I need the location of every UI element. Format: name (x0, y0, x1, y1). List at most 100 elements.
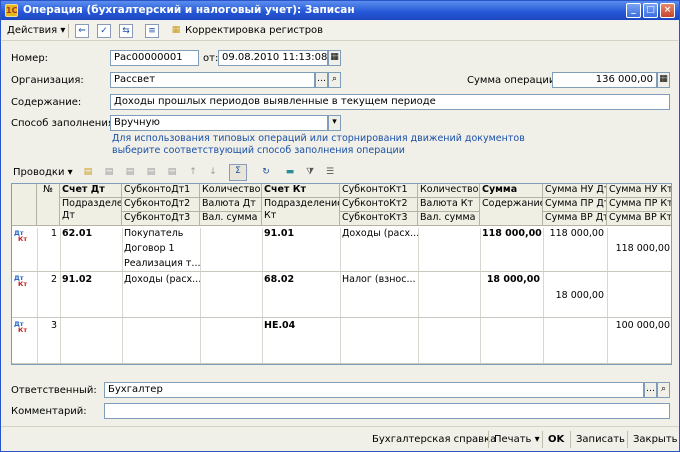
header-qty-kt[interactable]: Количество Кт (418, 184, 480, 198)
end-edit-icon[interactable]: ▤ (165, 166, 179, 180)
cell-account-kt[interactable]: 68.02 (262, 272, 340, 287)
toolbar-separator (68, 24, 69, 38)
settings-list-icon[interactable]: ☰ (323, 166, 337, 180)
header-qty-dt[interactable]: Количество Дт (200, 184, 262, 198)
cell-subconto-kt1[interactable]: Налог (взнос... (340, 272, 418, 287)
print-button[interactable]: Печать ▾ (494, 433, 540, 447)
button-separator (488, 431, 489, 448)
header-subconto-kt1[interactable]: СубконтоКт1 (340, 184, 418, 198)
number-field[interactable]: Рас00000001 (110, 50, 199, 66)
comment-field[interactable] (104, 403, 670, 419)
header-currency-kt[interactable]: Валюта Кт (418, 198, 480, 212)
window: 1С Операция (бухгалтерский и налоговый у… (0, 0, 680, 452)
header-number[interactable]: № (37, 184, 60, 226)
close-window-button[interactable]: × (660, 3, 675, 18)
cell-sum[interactable]: 18 000,00 (480, 272, 543, 287)
edit-row-icon[interactable]: ▤ (123, 166, 137, 180)
button-separator (542, 431, 543, 448)
header-currency-dt[interactable]: Валюта Дт (200, 198, 262, 212)
copy-row-icon[interactable]: ▤ (102, 166, 116, 180)
header-cur-sum-kt[interactable]: Вал. сумма Кт (418, 212, 480, 226)
responsible-field[interactable]: Бухгалтер (104, 382, 644, 398)
select-ellipsis-icon[interactable]: … (315, 72, 328, 88)
calendar-icon[interactable]: ▦ (328, 50, 341, 66)
header-account-dt[interactable]: Счет Дт (60, 184, 122, 198)
move-down-icon[interactable]: ↓ (206, 166, 220, 180)
header-vr-kt[interactable]: Сумма ВР Кт (607, 212, 671, 226)
move-up-icon[interactable]: ↑ (186, 166, 200, 180)
number-label: Номер: (11, 53, 49, 64)
header-account-kt[interactable]: Счет Кт (262, 184, 340, 198)
post-document-icon[interactable]: ✓ (97, 24, 111, 38)
search-icon[interactable]: ⌕ (657, 382, 670, 398)
header-division-kt[interactable]: Подразделение Кт (262, 198, 340, 226)
header-subconto-dt1[interactable]: СубконтоДт1 (122, 184, 200, 198)
column-divider (480, 228, 481, 364)
fill-method-label: Способ заполнения: (11, 118, 118, 129)
header-sum[interactable]: Сумма (480, 184, 543, 198)
search-icon[interactable]: ⌕ (328, 72, 341, 88)
column-divider (262, 228, 263, 364)
maximize-button[interactable]: □ (643, 3, 658, 18)
actions-menu[interactable]: Действия ▾ (7, 23, 65, 39)
sum-icon[interactable]: Σ (229, 164, 247, 181)
header-nu-dt[interactable]: Сумма НУ Дт (543, 184, 607, 198)
content-field[interactable]: Доходы прошлых периодов выявленные в тек… (110, 94, 670, 110)
cell-subconto-kt1[interactable]: Доходы (расх... (340, 226, 418, 241)
header-subconto-dt2[interactable]: СубконтоДт2 (122, 198, 200, 212)
cell-account-dt[interactable]: 91.02 (60, 272, 122, 287)
row-divider (12, 317, 671, 318)
header-cur-sum-dt[interactable]: Вал. сумма Дт (200, 212, 262, 226)
delete-row-icon[interactable]: ▤ (144, 166, 158, 180)
column-divider (340, 228, 341, 364)
cell-subconto-dt3[interactable]: Реализация т... (122, 256, 200, 271)
responsible-label: Ответственный: (11, 385, 97, 396)
header-vr-dt[interactable]: Сумма ВР Дт (543, 212, 607, 226)
calculator-icon[interactable]: ▦ (657, 72, 670, 88)
close-button[interactable]: Закрыть (633, 433, 678, 447)
header-division-dt[interactable]: Подразделение Дт (60, 198, 122, 226)
date-field[interactable]: 09.08.2010 11:13:08 (218, 50, 328, 66)
header-pr-kt[interactable]: Сумма ПР Кт (607, 198, 671, 212)
cell-sum[interactable]: 118 000,00 (480, 226, 543, 241)
organization-label: Организация: (11, 75, 84, 86)
row-number: 1 (50, 228, 57, 239)
title-bar: 1С Операция (бухгалтерский и налоговый у… (1, 1, 679, 20)
refresh-icon[interactable]: ↻ (259, 166, 273, 180)
header-pr-dt[interactable]: Сумма ПР Дт (543, 198, 607, 212)
header-subconto-kt3[interactable]: СубконтоКт3 (340, 212, 418, 226)
registers-button[interactable]: Корректировка регистров (185, 23, 323, 39)
header-nu-kt[interactable]: Сумма НУ Кт (607, 184, 671, 198)
cell-nu-dt[interactable]: 18 000,00 (543, 288, 607, 303)
header-content[interactable]: Содержание (480, 198, 543, 226)
cell-account-kt[interactable]: 91.01 (262, 226, 340, 241)
fill-icon[interactable]: ▬ (283, 166, 297, 180)
fill-hint-line1: Для использования типовых операций или с… (112, 133, 525, 144)
cell-subconto-dt2[interactable]: Договор 1 (122, 241, 200, 256)
add-row-icon[interactable]: ▤ (81, 166, 95, 180)
select-ellipsis-icon[interactable]: … (644, 382, 657, 398)
header-subconto-dt3[interactable]: СубконтоДт3 (122, 212, 200, 226)
document-icon[interactable]: ≡ (145, 24, 159, 38)
save-button[interactable]: Записать (576, 433, 625, 447)
ok-button[interactable]: OK (548, 433, 564, 447)
accounting-report-button[interactable]: Бухгалтерская справка (372, 433, 496, 447)
filter-icon[interactable]: ⧩ (303, 166, 317, 180)
cell-subconto-dt1[interactable]: Покупатель (122, 226, 200, 241)
postings-menu[interactable]: Проводки ▾ (13, 165, 73, 181)
cell-subconto-dt1[interactable]: Доходы (расх... (122, 272, 200, 287)
organization-field[interactable]: Рассвет (110, 72, 315, 88)
cell-nu-dt[interactable]: 118 000,00 (543, 226, 607, 241)
cell-account-dt[interactable]: 62.01 (60, 226, 122, 241)
back-arrow-icon[interactable]: ⇐ (75, 24, 89, 38)
structure-icon[interactable]: ⇆ (119, 24, 133, 38)
fill-method-select[interactable]: Вручную (110, 115, 328, 131)
cell-nu-kt[interactable]: 118 000,00 (607, 241, 671, 256)
minimize-button[interactable]: _ (626, 3, 641, 18)
fill-hint-line2: выберите соответствующий способ заполнен… (112, 145, 405, 156)
operation-sum-field[interactable]: 136 000,00 (552, 72, 657, 88)
cell-account-kt[interactable]: НЕ.04 (262, 318, 340, 333)
header-subconto-kt2[interactable]: СубконтоКт2 (340, 198, 418, 212)
cell-nu-kt[interactable]: 100 000,00 (607, 318, 671, 333)
chevron-down-icon[interactable]: ▾ (328, 115, 341, 131)
